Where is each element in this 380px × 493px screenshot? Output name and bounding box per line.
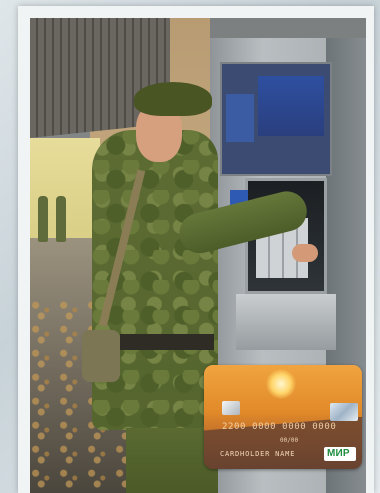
sun-graphic (266, 369, 296, 399)
bank-card: 2200 0000 0000 0000 00/00 CARDHOLDER NAM… (204, 365, 362, 469)
background-soldier (56, 196, 66, 242)
hologram-icon (330, 403, 358, 421)
atm-sticker (226, 94, 254, 142)
soldier-belt (120, 334, 214, 350)
background-soldier (38, 196, 48, 242)
bag-pouch (82, 330, 120, 382)
card-expiry: 00/00 (280, 437, 299, 444)
mir-logo-text: МИР (327, 448, 350, 459)
atm-shelf (236, 294, 336, 350)
bank-logo-panel (258, 76, 324, 136)
card-number: 2200 0000 0000 0000 (222, 422, 337, 432)
soldier-cap (134, 82, 212, 116)
chip-icon (222, 401, 240, 415)
soldier-hand (292, 244, 318, 262)
mir-logo: МИР (324, 447, 356, 461)
card-holder-name: CARDHOLDER NAME (220, 450, 296, 458)
